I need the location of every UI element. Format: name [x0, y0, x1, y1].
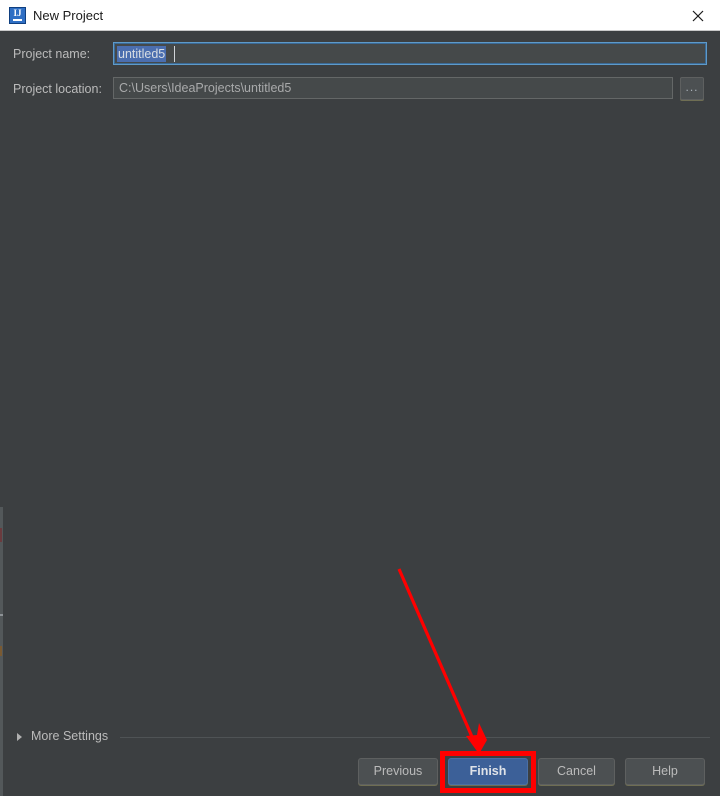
close-icon	[692, 10, 704, 22]
ellipsis-icon: ...	[681, 81, 703, 93]
background-window-edge-accent	[0, 528, 2, 542]
finish-button[interactable]: Finish	[448, 758, 528, 785]
title-bar: IJ New Project	[0, 0, 720, 31]
new-project-dialog: IJ New Project Project name: untitled5 P…	[0, 0, 720, 796]
cancel-button[interactable]: Cancel	[538, 758, 615, 785]
project-name-input[interactable]: untitled5	[113, 42, 707, 65]
project-name-value: untitled5	[117, 46, 166, 62]
text-caret	[174, 46, 175, 62]
close-button[interactable]	[676, 0, 720, 30]
app-icon-underline	[13, 19, 22, 21]
background-window-edge-accent-2	[0, 646, 2, 656]
project-name-label: Project name:	[13, 47, 90, 61]
more-settings-section[interactable]: More Settings	[0, 728, 720, 748]
browse-button[interactable]: ...	[680, 77, 704, 100]
window-title: New Project	[33, 7, 103, 24]
separator	[120, 737, 710, 738]
project-location-value: C:\Users\IdeaProjects\untitled5	[119, 81, 291, 96]
help-button[interactable]: Help	[625, 758, 705, 785]
background-window-edge-accent-3	[0, 614, 3, 616]
app-icon-letters: IJ	[10, 9, 25, 18]
intellij-idea-icon: IJ	[9, 7, 26, 24]
background-window-edge	[0, 507, 3, 796]
project-location-input[interactable]: C:\Users\IdeaProjects\untitled5	[113, 77, 673, 99]
project-location-label: Project location:	[13, 82, 102, 96]
more-settings-label: More Settings	[31, 729, 108, 743]
previous-button[interactable]: Previous	[358, 758, 438, 785]
chevron-right-icon	[17, 733, 22, 741]
